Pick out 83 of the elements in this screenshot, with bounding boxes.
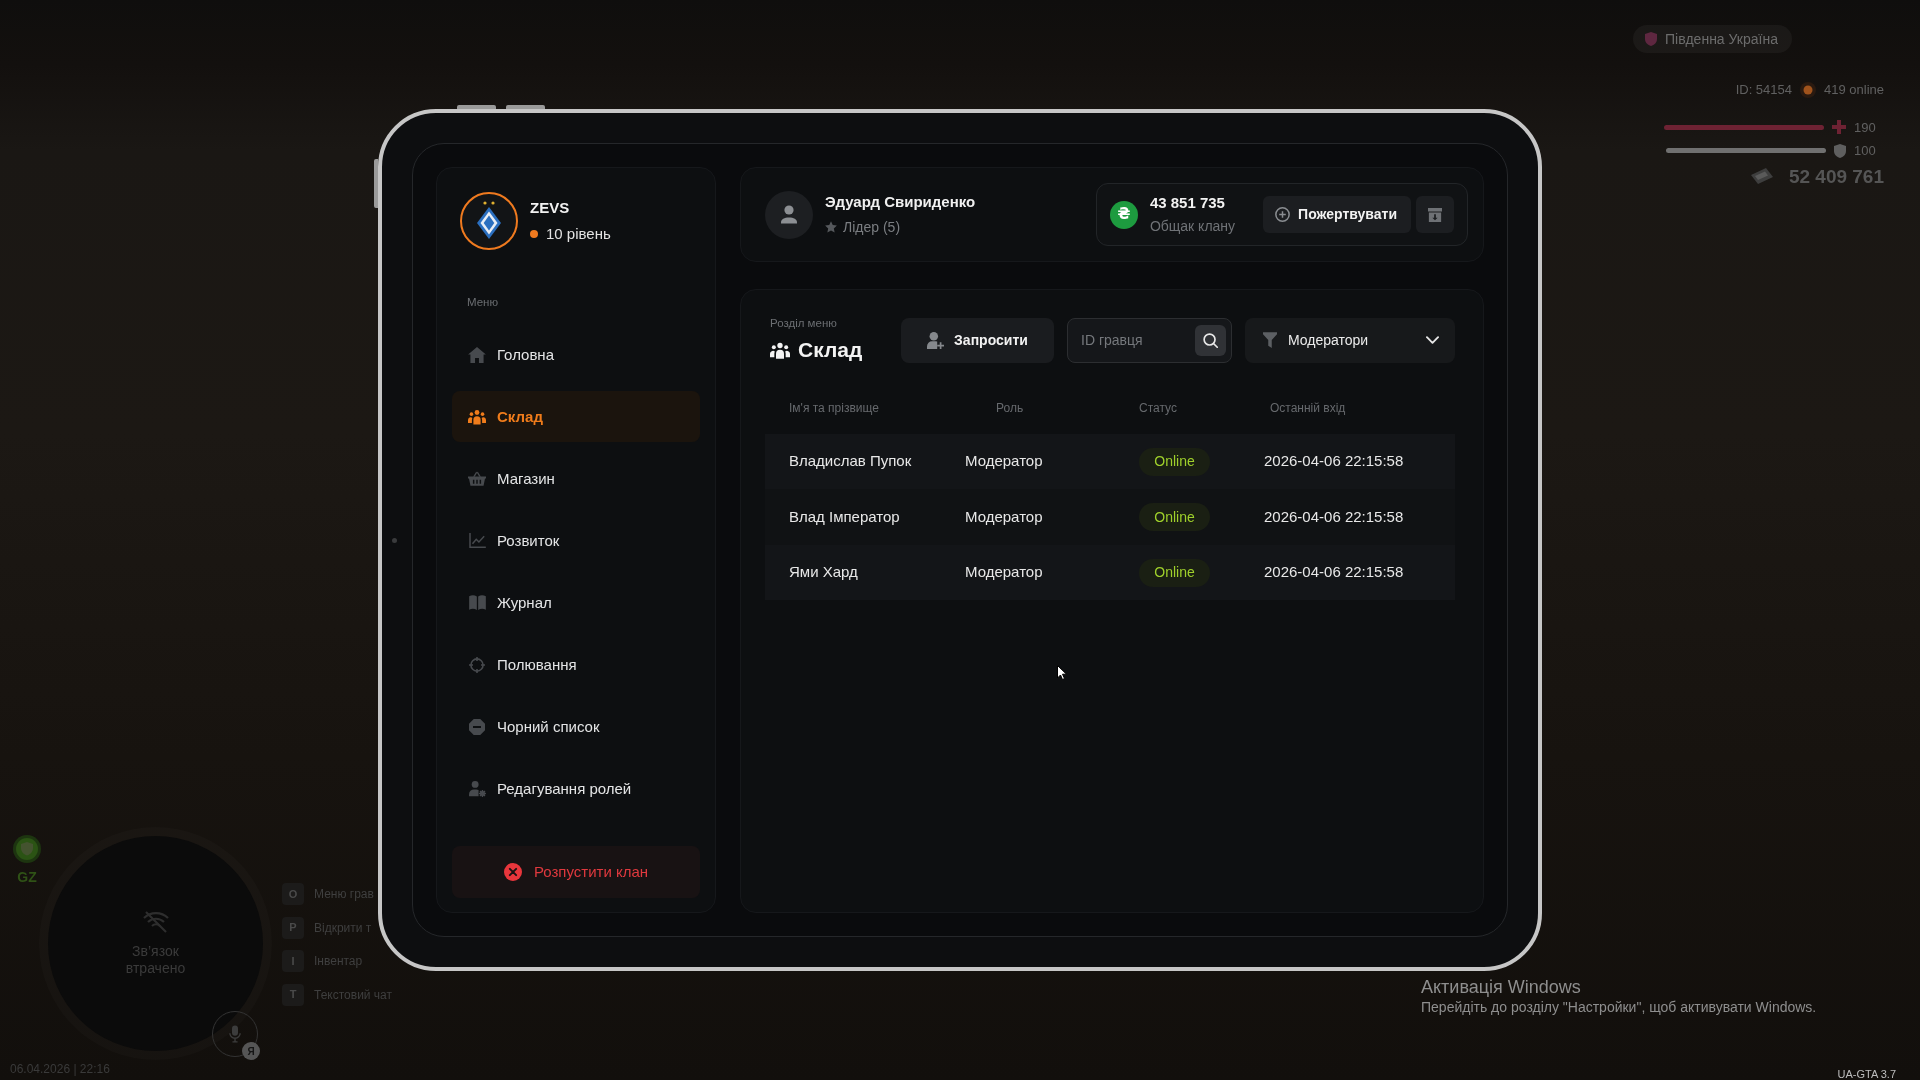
sidebar-item[interactable]: Головна: [452, 329, 700, 381]
column-header: Роль: [996, 399, 1024, 417]
tablet-edge-bar: [374, 159, 378, 208]
armor-shield-icon: [1834, 143, 1846, 158]
user-role: Лідер (5): [843, 217, 901, 237]
section-title: Склад: [798, 337, 863, 364]
column-header: Ім'я та прізвище: [789, 399, 879, 417]
sidebar-item[interactable]: Полювання: [452, 639, 700, 691]
role-filter-dropdown[interactable]: Модератори: [1245, 317, 1455, 363]
server-name: Південна Україна: [1665, 29, 1778, 49]
armor-value: 100: [1854, 142, 1877, 160]
crosshair-icon: [469, 656, 485, 673]
last-login-time: 2026-04-06 22:15:58: [1264, 506, 1404, 527]
invite-button[interactable]: Запросити: [901, 317, 1054, 363]
wifi-off-icon: [142, 910, 169, 933]
member-role: Модератор: [965, 451, 1043, 472]
online-count: 419 online: [1824, 81, 1884, 99]
archive-icon: [1428, 207, 1442, 222]
player-id: ID: 54154: [1735, 81, 1792, 99]
home-icon: [468, 346, 486, 363]
chevron-down-icon: [1426, 336, 1439, 345]
mouse-cursor-icon: [1057, 665, 1067, 680]
clan-level: 10 рівень: [546, 223, 611, 244]
star-icon: [825, 221, 837, 234]
people-icon: [468, 408, 486, 425]
basket-icon: [468, 471, 486, 487]
camera-lens-icon: [392, 538, 397, 543]
people-icon: [770, 341, 790, 359]
member-role: Модератор: [965, 506, 1043, 527]
tablet-edge-bar: [457, 105, 496, 109]
search-icon: [1203, 332, 1218, 348]
open-book-icon: [468, 595, 486, 611]
member-role: Модератор: [965, 562, 1043, 583]
disband-button[interactable]: Розпустити клан: [452, 846, 700, 898]
microphone-icon: [229, 1025, 241, 1043]
user-avatar-icon: [765, 190, 813, 239]
sidebar-item[interactable]: Склад: [452, 391, 700, 443]
no-entry-icon: [469, 718, 485, 735]
activation-text: Перейдіть до розділу "Настройки", щоб активувати Windows.: [1421, 998, 1817, 1016]
health-value: 190: [1854, 118, 1877, 137]
clan-name: ZEVS: [530, 198, 570, 218]
menu-heading: Меню: [467, 295, 499, 310]
sidebar-item[interactable]: Редагування ролей: [452, 763, 700, 815]
donate-button[interactable]: Пожертвувати: [1263, 196, 1411, 233]
section-caption: Розділ меню: [770, 316, 837, 331]
chart-icon: [468, 533, 486, 549]
column-header: Останній вхід: [1270, 399, 1346, 417]
sidebar-item[interactable]: Журнал: [452, 577, 700, 629]
plus-circle-icon: [1275, 207, 1291, 222]
column-header: Статус: [1139, 399, 1177, 417]
member-name: Влад Імператор: [789, 506, 900, 527]
search-button[interactable]: [1195, 324, 1226, 356]
member-name: Ями Хард: [789, 562, 858, 583]
archive-button[interactable]: [1416, 196, 1454, 233]
treasury-amount: 43 851 735: [1149, 193, 1225, 214]
currency-sign: ₴: [1109, 200, 1138, 229]
last-login-time: 2026-04-06 22:15:58: [1264, 562, 1404, 583]
status-badge: Online: [1139, 503, 1210, 531]
safe-zone-label: GZ: [17, 868, 37, 887]
sidebar-item[interactable]: Магазин: [452, 453, 700, 505]
close-circle-icon: [503, 863, 522, 881]
club-logo-icon: [460, 192, 518, 250]
user-settings-icon: [468, 780, 486, 797]
safe-zone-icon: [13, 835, 41, 863]
status-badge: Online: [1139, 558, 1210, 587]
filter-icon: [1263, 332, 1277, 349]
health-cross-icon: [1832, 120, 1846, 135]
money-amount: 52 409 761: [1788, 166, 1884, 186]
status-badge: Online: [1139, 447, 1210, 476]
user-name: Эдуард Свириденко: [825, 192, 976, 213]
treasury-label: Общак клану: [1149, 216, 1236, 236]
sidebar-item[interactable]: Чорний список: [452, 701, 700, 753]
sidebar-item[interactable]: Розвиток: [452, 515, 700, 567]
build-version: UA-GTA 3.7: [1837, 1067, 1896, 1080]
status-dot-icon: [1800, 81, 1816, 98]
cash-icon: [1750, 168, 1773, 184]
member-name: Владислав Пупок: [789, 451, 912, 472]
level-dot-icon: [530, 229, 538, 238]
last-login-time: 2026-04-06 22:15:58: [1264, 451, 1404, 472]
activation-title: Активація Windows: [1421, 976, 1581, 999]
add-user-icon: [927, 331, 945, 349]
tablet-edge-bar: [506, 105, 545, 109]
shield-icon: [1645, 32, 1657, 46]
